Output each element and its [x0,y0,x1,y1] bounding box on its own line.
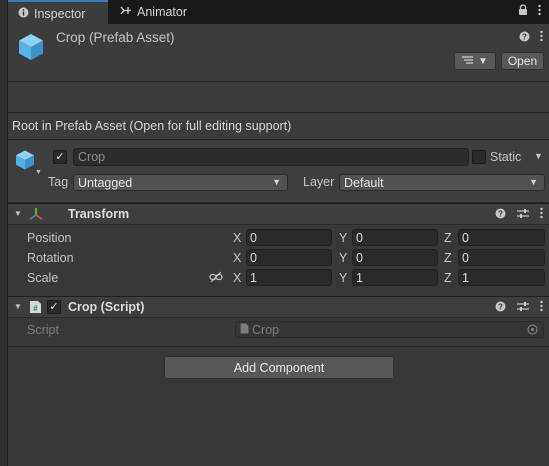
script-actions: ? [495,300,543,315]
rotation-label: Rotation [27,251,74,265]
axis-z-label[interactable]: Z [444,251,452,265]
kebab-menu-icon[interactable] [540,300,543,315]
presets-sliders-icon[interactable] [517,208,529,222]
tab-animator-label: Animator [137,5,188,19]
script-object-field[interactable]: Crop [235,321,544,338]
static-dropdown-caret-icon[interactable]: ▼ [534,151,543,161]
position-y-field[interactable]: 0 [352,229,438,246]
icon-dropdown-caret-icon[interactable]: ▼ [35,169,42,176]
help-icon[interactable]: ? [495,301,506,315]
axis-x-label[interactable]: X [233,251,241,265]
axis-x-label[interactable]: X [233,271,241,285]
empty-section [8,83,549,113]
axis-x-label[interactable]: X [233,231,241,245]
add-component-button[interactable]: Add Component [164,356,394,379]
position-z-field[interactable]: 0 [458,229,545,246]
script-field-value: Crop [252,323,280,337]
rotation-z-field[interactable]: 0 [458,249,545,266]
svg-text:?: ? [522,32,527,41]
script-component-header[interactable]: ▼ # ✓ Crop (Script) ? [8,296,549,318]
axis-y-label[interactable]: Y [339,231,347,245]
transform-actions: ? [495,207,543,222]
tag-value: Untagged [78,176,133,190]
divider [8,346,549,347]
transform-title: Transform [68,207,130,221]
axis-y-label[interactable]: Y [339,271,347,285]
chevron-down-icon: ▼ [478,55,488,67]
script-file-icon [240,323,249,337]
list-icon [462,55,474,67]
position-row: Position X 0 Y 0 Z 0 [8,228,549,248]
script-field-label: Script [27,323,59,337]
prefab-cube-icon [16,32,46,62]
tag-label: Tag [48,175,69,189]
lock-icon[interactable] [518,4,528,19]
scale-z-field[interactable]: 1 [458,269,545,286]
window-controls [518,4,541,19]
position-label: Position [27,231,72,245]
help-icon[interactable]: ? [495,208,506,222]
kebab-menu-icon[interactable] [540,207,543,222]
kebab-menu-icon[interactable] [540,30,543,45]
chevron-down-icon: ▼ [272,177,281,187]
csharp-script-icon: # [29,300,42,317]
tab-bar: Inspector Animator [8,0,549,25]
prefab-title: Crop (Prefab Asset) [56,30,175,45]
root-prefab-banner: Root in Prefab Asset (Open for full edit… [8,114,549,140]
prefab-header: Crop (Prefab Asset) ? ▼ Open [8,24,549,82]
tag-dropdown[interactable]: Untagged ▼ [73,174,288,191]
animator-icon [120,5,132,19]
axis-z-label[interactable]: Z [444,231,452,245]
foldout-arrow-icon[interactable]: ▼ [14,209,22,218]
help-icon[interactable]: ? [519,31,530,45]
position-x-field[interactable]: 0 [246,229,332,246]
transform-component-header[interactable]: ▼ Transform ? [8,203,549,225]
gameobject-cube-icon[interactable] [14,149,36,171]
scene-view-edge [0,0,8,466]
foldout-arrow-icon[interactable]: ▼ [14,302,22,311]
svg-text:#: # [33,304,38,313]
static-checkbox[interactable] [472,150,486,164]
kebab-menu-icon[interactable] [538,4,541,19]
svg-text:?: ? [498,302,503,311]
layer-label: Layer [303,175,335,189]
layer-dropdown[interactable]: Default ▼ [339,174,545,191]
presets-sliders-icon[interactable] [517,301,529,315]
open-prefab-button[interactable]: Open [501,52,544,70]
chevron-down-icon: ▼ [529,177,538,187]
transform-axes-icon [29,207,43,224]
script-title: Crop (Script) [68,300,145,314]
layer-value: Default [344,176,384,190]
constrain-proportions-icon[interactable] [209,271,223,286]
rotation-y-field[interactable]: 0 [352,249,438,266]
rotation-row: Rotation X 0 Y 0 Z 0 [8,248,549,268]
object-picker-icon[interactable] [527,324,538,338]
axis-y-label[interactable]: Y [339,251,347,265]
tab-inspector-label: Inspector [34,6,86,21]
tab-inspector[interactable]: Inspector [8,0,108,25]
scale-x-field[interactable]: 1 [246,269,332,286]
tab-animator[interactable]: Animator [110,0,197,24]
scale-row: Scale X 1 Y 1 Z 1 [8,268,549,288]
scale-y-field[interactable]: 1 [352,269,438,286]
rotation-x-field[interactable]: 0 [246,249,332,266]
svg-text:?: ? [498,209,503,218]
overrides-dropdown-button[interactable]: ▼ [454,52,496,70]
gameobject-name-field[interactable]: Crop [73,148,469,166]
gameobject-header: ▼ ✓ Crop Static ▼ Tag Untagged ▼ Layer D… [8,141,549,203]
inspector-window: Inspector Animator Crop (Prefab Asset) ?… [8,0,549,466]
axis-z-label[interactable]: Z [444,271,452,285]
script-enabled-checkbox[interactable]: ✓ [47,300,61,314]
gameobject-active-checkbox[interactable]: ✓ [53,150,67,164]
static-label: Static [490,150,522,164]
scale-label: Scale [27,271,59,285]
script-field-row: Script Crop [8,320,549,340]
info-icon [18,7,29,21]
header-actions: ? [519,30,543,45]
